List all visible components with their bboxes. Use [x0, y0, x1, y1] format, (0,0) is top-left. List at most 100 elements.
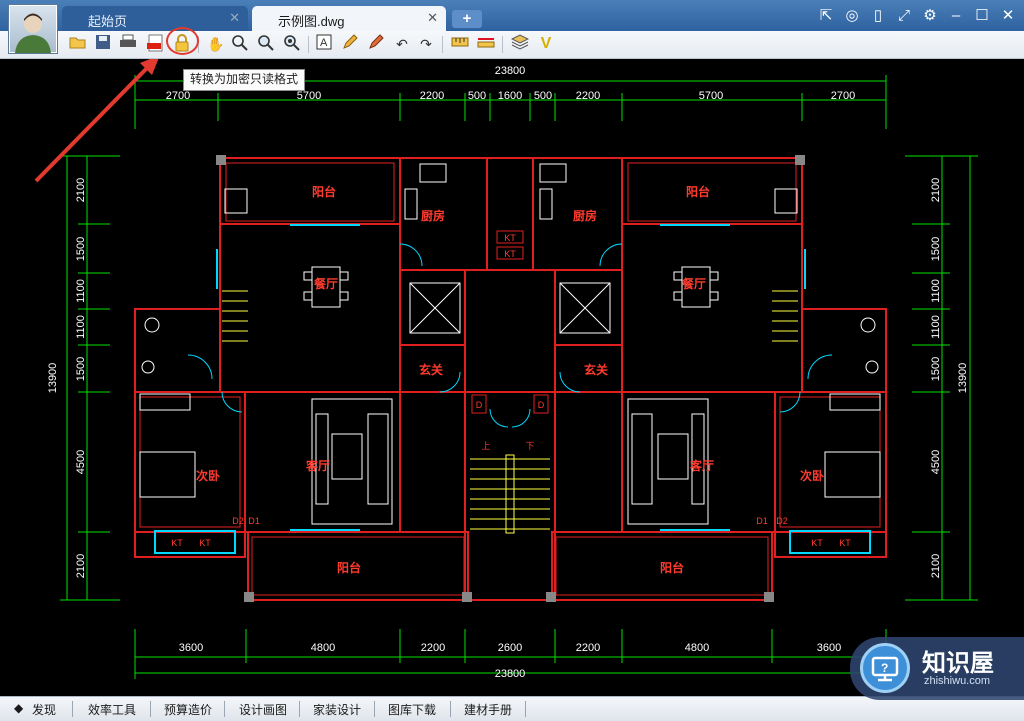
user-avatar[interactable]	[8, 4, 58, 54]
dim-top: 2700	[166, 90, 190, 102]
print-icon[interactable]	[118, 34, 138, 54]
toolbar: ✋ A ↶ ↷ V	[0, 31, 1024, 59]
nav-tab-discover[interactable]: 发现	[32, 701, 56, 718]
room-label-foyer: 玄关	[584, 362, 608, 377]
save-icon[interactable]	[93, 34, 113, 54]
measure-icon[interactable]	[450, 34, 470, 54]
cabinet-label: KT	[811, 538, 823, 548]
new-tab-button[interactable]: +	[452, 10, 482, 28]
settings-icon[interactable]: ⚙	[920, 6, 940, 26]
room-label-balcony: 阳台	[660, 560, 684, 575]
open-icon[interactable]	[68, 34, 88, 54]
dim-left: 2100	[75, 554, 87, 578]
doors	[187, 243, 833, 428]
door-label-d1: D1	[248, 516, 260, 526]
cabinet-label: KT	[504, 249, 516, 259]
svg-text:?: ?	[881, 661, 888, 675]
walls	[134, 157, 887, 601]
fullscreen-icon[interactable]: ⤢	[894, 6, 914, 26]
stair-up-label: 上	[481, 441, 490, 451]
dim-right: 1100	[930, 279, 942, 303]
nav-separator	[72, 701, 73, 717]
nav-tab-home-design[interactable]: 家装设计	[313, 701, 361, 718]
check-icon[interactable]: V	[536, 34, 556, 54]
dim-top: 2200	[576, 90, 600, 102]
dim-right: 1100	[930, 315, 942, 339]
stairs	[222, 290, 798, 534]
zoom-in-icon[interactable]	[256, 34, 276, 54]
dim-bottom: 4800	[685, 642, 709, 654]
zoom-extents-icon[interactable]	[230, 34, 250, 54]
bottom-nav-bar: ◆ 发现 效率工具 预算造价 设计画图 家装设计 图库下载 建材手册	[0, 696, 1024, 721]
mobile-icon[interactable]: ▯	[868, 6, 888, 26]
dim-overall-right: 13900	[957, 363, 969, 394]
room-label-kitchen: 厨房	[573, 208, 597, 223]
tab-drawing-file[interactable]: 示例图.dwg ✕	[252, 6, 446, 31]
tab-label: 起始页	[88, 14, 128, 29]
annotation-arrow	[34, 59, 159, 183]
nav-tab-materials-manual[interactable]: 建材手册	[464, 701, 512, 718]
dim-top: 500	[468, 90, 486, 102]
cabinet-label: KT	[199, 538, 211, 548]
nav-separator	[224, 701, 225, 717]
dim-left: 2100	[75, 178, 87, 202]
dim-top: 2700	[831, 90, 855, 102]
cabinet-label: KT	[839, 538, 851, 548]
svg-text:A: A	[320, 37, 328, 49]
nav-separator	[374, 701, 375, 717]
nav-separator	[525, 701, 526, 717]
close-tab-icon[interactable]: ✕	[427, 10, 438, 26]
door-label-d: D	[476, 400, 483, 410]
room-label-balcony: 阳台	[337, 560, 361, 575]
nav-separator	[299, 701, 300, 717]
nav-tab-budget[interactable]: 预算造价	[164, 701, 212, 718]
pan-icon[interactable]: ✋	[206, 34, 226, 54]
dim-overall-top: 23800	[495, 65, 526, 77]
door-label-d1: D1	[756, 516, 768, 526]
room-label-foyer: 玄关	[419, 362, 443, 377]
windows	[154, 224, 871, 554]
cabinet-label: KT	[504, 233, 516, 243]
dim-top: 500	[534, 90, 552, 102]
minimize-icon[interactable]: –	[946, 6, 966, 26]
undo-icon[interactable]: ↶	[392, 34, 412, 54]
close-icon[interactable]: ✕	[998, 6, 1018, 26]
tab-start-page[interactable]: 起始页 ✕	[62, 6, 248, 31]
dim-top: 2200	[420, 90, 444, 102]
watermark-site: zhishiwu.com	[924, 675, 991, 687]
highlighter-icon[interactable]	[366, 34, 386, 54]
watermark-logo-icon: ?	[860, 643, 910, 693]
nav-tab-library-download[interactable]: 图库下载	[388, 701, 436, 718]
toolbar-separator	[442, 36, 443, 53]
dim-overall-bottom: 23800	[495, 668, 526, 680]
drawing-canvas[interactable]: 23800 2700 5700 2200 500 1600 500 2200 5…	[0, 59, 1024, 696]
zoom-out-icon[interactable]	[282, 34, 302, 54]
layers-icon[interactable]	[510, 34, 530, 54]
title-bar: 起始页 ✕ 示例图.dwg ✕ + ⇱ ◎ ▯ ⤢ ⚙ – ☐ ✕	[0, 0, 1024, 31]
text-icon[interactable]: A	[314, 34, 334, 54]
door-label-d: D	[538, 400, 545, 410]
pdf-export-icon[interactable]	[146, 34, 166, 54]
room-label-living: 客厅	[689, 458, 714, 473]
dim-top: 1600	[498, 90, 522, 102]
dim-bottom: 4800	[311, 642, 335, 654]
close-tab-icon[interactable]: ✕	[229, 10, 240, 26]
small-labels: 上 下 D D D2 D1 D1 D2 KT KT KT KT KT KT	[171, 233, 851, 548]
nav-tab-efficiency-tools[interactable]: 效率工具	[88, 701, 136, 718]
pencil-icon[interactable]	[340, 34, 360, 54]
dim-left: 1100	[75, 279, 87, 303]
maximize-icon[interactable]: ☐	[972, 6, 992, 26]
stair-down-label: 下	[525, 441, 534, 451]
dimension-icon[interactable]	[476, 34, 496, 54]
room-label-dining: 餐厅	[682, 276, 706, 291]
dim-bottom: 3600	[179, 642, 203, 654]
dim-bottom: 3600	[817, 642, 841, 654]
door-label-d2: D2	[776, 516, 788, 526]
dimension-lines	[66, 80, 971, 674]
highlight-circle	[166, 27, 199, 55]
redo-icon[interactable]: ↷	[416, 34, 436, 54]
wechat-icon[interactable]: ◎	[842, 6, 862, 26]
dim-left: 1500	[75, 237, 87, 261]
nav-tab-design-drawing[interactable]: 设计画图	[239, 701, 287, 718]
share-icon[interactable]: ⇱	[816, 6, 836, 26]
